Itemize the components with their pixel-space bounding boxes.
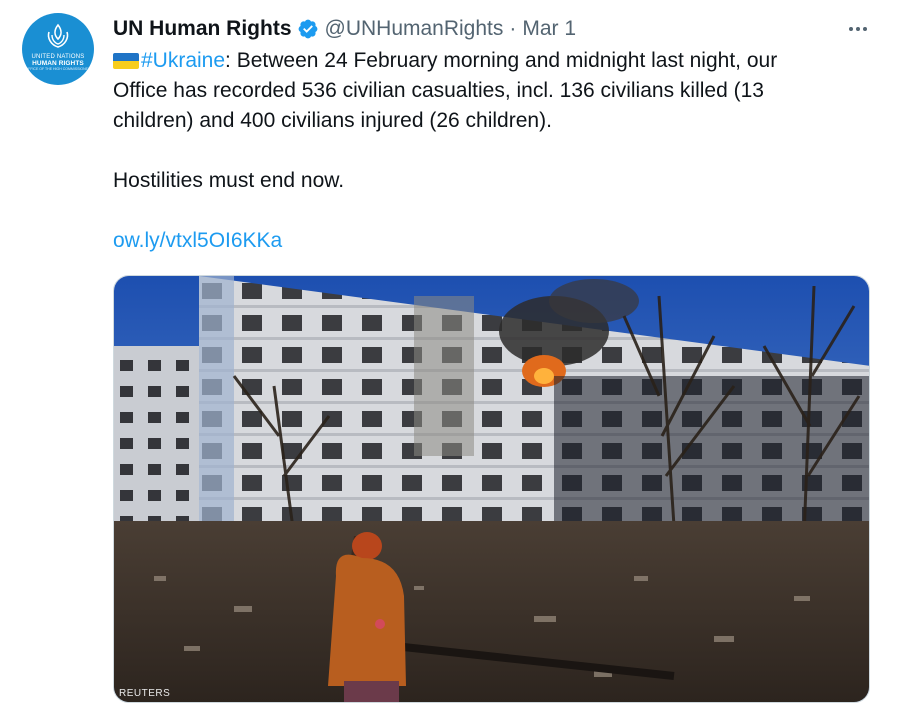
avatar[interactable]: UNITED NATIONS HUMAN RIGHTS OFFICE OF TH… xyxy=(22,13,94,85)
avatar-sub-text: OFFICE OF THE HIGH COMMISSIONER xyxy=(25,66,91,71)
tweet-header: UN Human Rights @UNHumanRights · Mar 1 xyxy=(113,16,576,42)
more-options-icon xyxy=(849,27,853,31)
more-options-icon xyxy=(863,27,867,31)
ukraine-flag-icon xyxy=(113,53,139,69)
hashtag-link[interactable]: #Ukraine xyxy=(141,49,225,72)
handle[interactable]: @UNHumanRights xyxy=(325,17,504,41)
tweet-text-line: Hostilities must end now. xyxy=(113,169,345,192)
separator-dot: · xyxy=(509,17,517,40)
tweet-text-line: #Ukraine: Between 24 February morning an… xyxy=(113,46,873,76)
tweet-photo[interactable]: REUTERS xyxy=(113,275,870,703)
photo-image xyxy=(114,276,869,702)
display-name[interactable]: UN Human Rights xyxy=(113,17,292,41)
tweet-link[interactable]: ow.ly/vtxl5OI6KKa xyxy=(113,226,282,256)
tweet-text-line: Office has recorded 536 civilian casualt… xyxy=(113,79,764,102)
tweet-text-line: children) and 400 civilians injured (26 … xyxy=(113,109,552,132)
more-options-button[interactable] xyxy=(838,15,878,43)
tweet-date[interactable]: Mar 1 xyxy=(522,17,576,41)
avatar-name-text: HUMAN RIGHTS xyxy=(32,59,84,67)
tweet-card[interactable]: UNITED NATIONS HUMAN RIGHTS OFFICE OF TH… xyxy=(0,0,899,705)
un-human-rights-emblem-icon xyxy=(47,23,69,48)
more-options-icon xyxy=(856,27,860,31)
photo-credit: REUTERS xyxy=(119,688,171,699)
verified-badge-icon xyxy=(298,19,317,39)
tweet-text: : Between 24 February morning and midnig… xyxy=(225,49,778,72)
